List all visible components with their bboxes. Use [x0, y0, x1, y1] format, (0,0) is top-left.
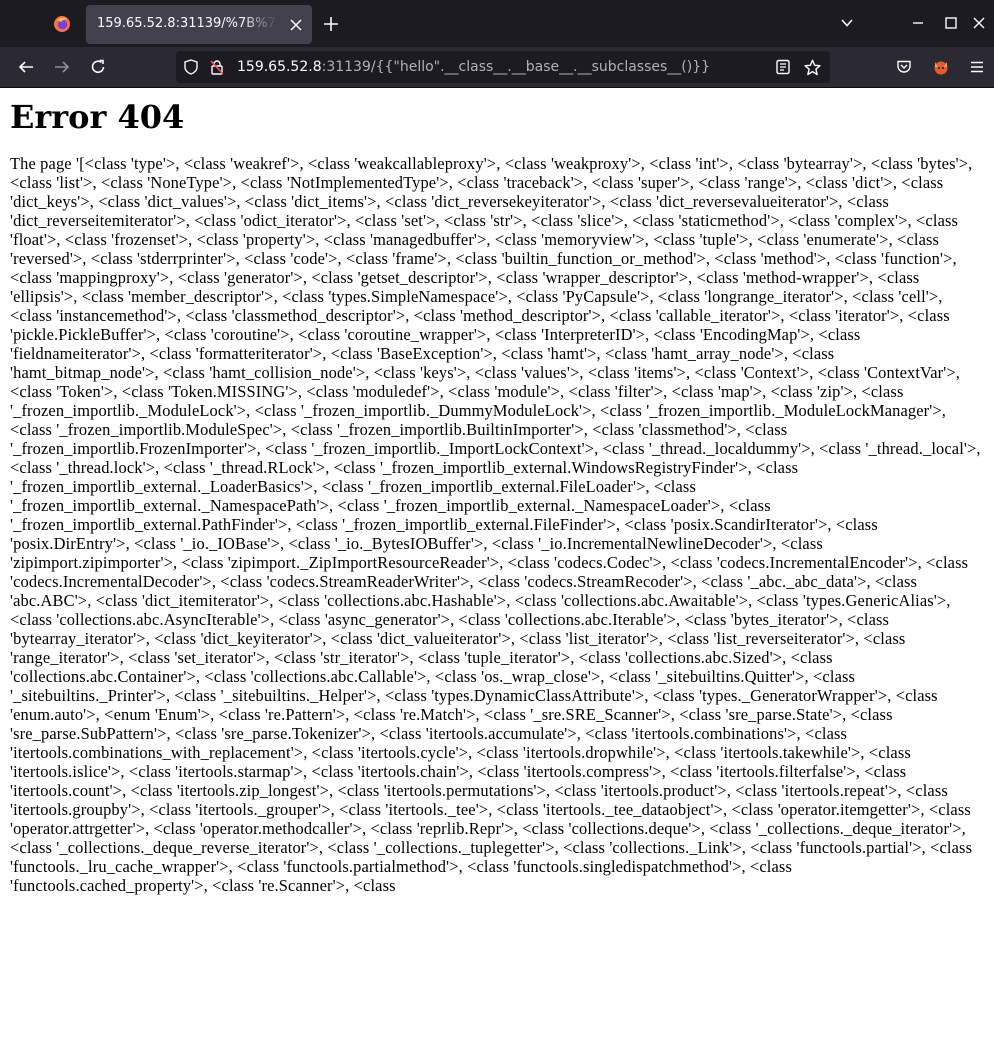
- tab-active[interactable]: 159.65.52.8:31139/%7B%7B"hello".__class_…: [86, 5, 312, 44]
- address-bar[interactable]: 159.65.52.8:31139/{{"hello".__class__.__…: [176, 51, 830, 83]
- reload-icon[interactable]: [87, 56, 109, 78]
- hamburger-icon[interactable]: [966, 56, 988, 78]
- lock-strikethrough-icon[interactable]: [207, 57, 227, 77]
- shield-icon[interactable]: [181, 57, 201, 77]
- close-icon[interactable]: [288, 17, 304, 33]
- error-message: The page '[<class 'type'>, <class 'weakr…: [10, 154, 981, 895]
- chevron-down-icon[interactable]: [837, 13, 857, 33]
- close-window-icon[interactable]: [969, 13, 989, 33]
- tab-strip: 159.65.52.8:31139/%7B%7B"hello".__class_…: [0, 0, 994, 47]
- firefox-icon[interactable]: [48, 10, 76, 38]
- minimize-icon[interactable]: [908, 13, 928, 33]
- maximize-icon[interactable]: [941, 13, 961, 33]
- url-path: :31139/{{"hello".__class__.__base__.__su…: [321, 59, 711, 75]
- reader-view-icon[interactable]: [773, 57, 793, 77]
- plus-icon[interactable]: [321, 14, 341, 34]
- page-content: Error 404 The page '[<class 'type'>, <cl…: [0, 88, 994, 1043]
- pocket-icon[interactable]: [893, 56, 915, 78]
- arrow-right-icon[interactable]: [51, 56, 73, 78]
- tab-title: 159.65.52.8:31139/%7B%7B"hello".__class_…: [97, 16, 277, 31]
- arrow-left-icon[interactable]: [15, 56, 37, 78]
- fox-extension-icon[interactable]: [930, 56, 952, 78]
- page-title: Error 404: [10, 98, 185, 136]
- navigation-toolbar: 159.65.52.8:31139/{{"hello".__class__.__…: [0, 47, 994, 88]
- star-icon[interactable]: [802, 57, 822, 77]
- url-host: 159.65.52.8: [237, 59, 322, 75]
- url-text[interactable]: 159.65.52.8:31139/{{"hello".__class__.__…: [237, 59, 710, 75]
